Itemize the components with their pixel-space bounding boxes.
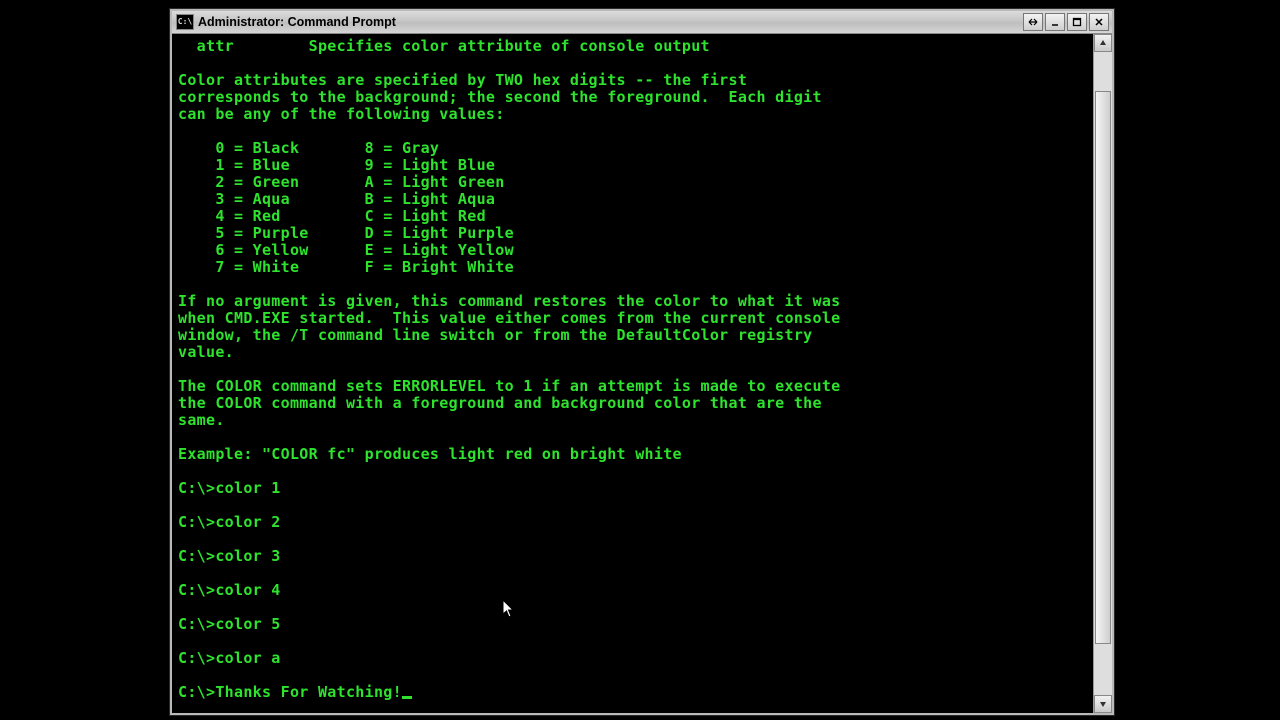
scroll-up-button[interactable]	[1094, 34, 1112, 52]
close-button[interactable]	[1089, 13, 1109, 31]
maximize-button[interactable]	[1067, 13, 1087, 31]
vertical-scrollbar[interactable]	[1093, 34, 1112, 713]
command-prompt-window: C:\ Administrator: Command Prompt attr S…	[170, 9, 1114, 715]
scroll-down-button[interactable]	[1094, 695, 1112, 713]
titlebar[interactable]: C:\ Administrator: Command Prompt	[172, 11, 1112, 34]
resize-arrows-button[interactable]	[1023, 13, 1043, 31]
window-title: Administrator: Command Prompt	[198, 15, 396, 29]
text-caret	[402, 696, 412, 699]
scrollbar-thumb[interactable]	[1095, 91, 1111, 644]
minimize-button[interactable]	[1045, 13, 1065, 31]
scrollbar-track[interactable]	[1094, 52, 1112, 695]
client-area: attr Specifies color attribute of consol…	[172, 34, 1112, 713]
terminal-output[interactable]: attr Specifies color attribute of consol…	[172, 34, 1093, 713]
console-icon: C:\	[176, 14, 194, 30]
